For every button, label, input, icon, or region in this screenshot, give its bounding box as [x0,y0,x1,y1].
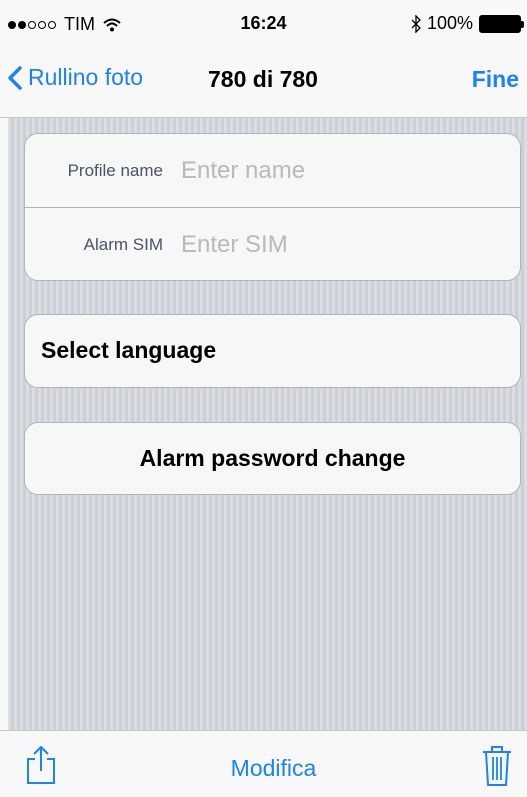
back-button[interactable]: Rullino foto [8,64,143,91]
profile-name-input[interactable] [181,156,481,185]
alarm-password-change-label: Alarm password change [139,445,406,471]
back-label: Rullino foto [28,64,144,90]
battery-percent: 100% [426,13,473,33]
battery-icon [479,14,524,33]
chevron-left-icon [8,65,22,90]
content-area: Profile name Alarm SIM Select language A… [8,118,527,730]
done-button[interactable]: Fine [472,66,519,93]
alarm-password-change-button[interactable]: Alarm password change [24,422,521,495]
alarm-sim-row: Alarm SIM [25,207,520,281]
bluetooth-icon [411,14,421,33]
select-language-button[interactable]: Select language [24,314,521,388]
profile-form: Profile name Alarm SIM [24,133,521,281]
edit-button[interactable]: Modifica [0,755,527,782]
page-title: 780 di 780 [208,66,318,92]
profile-name-row: Profile name [25,134,520,207]
alarm-sim-input[interactable] [181,230,481,259]
alarm-sim-label: Alarm SIM [83,234,163,254]
select-language-label: Select language [41,337,217,363]
status-right: 100% [411,13,524,34]
navigation-bar: Rullino foto 780 di 780 Fine [0,44,527,118]
profile-name-label: Profile name [67,160,163,180]
status-bar: TIM 16:24 100% [0,0,527,44]
bottom-toolbar: Modifica [0,730,527,797]
trash-icon[interactable] [481,745,513,787]
